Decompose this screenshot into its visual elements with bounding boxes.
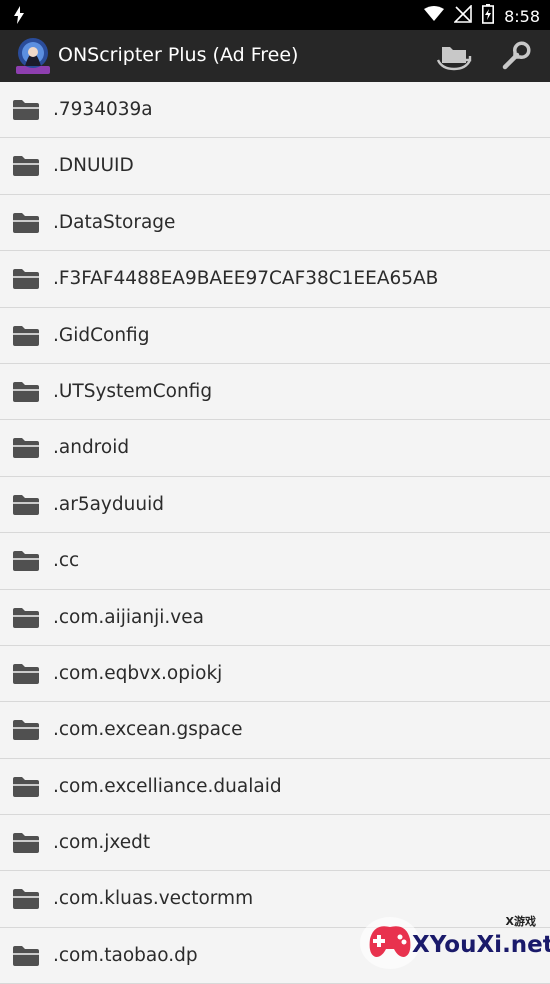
- battery-icon: [482, 4, 495, 28]
- no-signal-icon: [453, 4, 472, 27]
- folder-icon: [12, 663, 40, 689]
- folder-name: .com.eqbvx.opiokj: [53, 662, 223, 684]
- folder-name: .com.excean.gspace: [53, 719, 243, 741]
- app-bar: ONScripter Plus (Ad Free): [0, 30, 550, 82]
- folder-icon: [12, 155, 40, 181]
- list-item[interactable]: .7934039a: [0, 82, 550, 139]
- folder-name: .com.excelliance.dualaid: [53, 775, 282, 797]
- watermark-small-text: X游戏: [505, 915, 536, 928]
- list-item[interactable]: .com.eqbvx.opiokj: [0, 646, 550, 703]
- list-item[interactable]: .com.aijianji.vea: [0, 590, 550, 646]
- list-item[interactable]: .DataStorage: [0, 195, 550, 252]
- list-item[interactable]: .UTSystemConfig: [0, 364, 550, 421]
- folder-name: .cc: [53, 550, 80, 572]
- folder-icon: [12, 550, 40, 576]
- clock: 8:58: [504, 6, 540, 26]
- list-item[interactable]: .com.excelliance.dualaid: [0, 759, 550, 816]
- list-item[interactable]: .cc: [0, 533, 550, 590]
- file-list: .7934039a .DNUUID .DataStorage .F3FAF4488EA…: [0, 82, 550, 984]
- folder-sync-icon: [436, 47, 472, 71]
- app-logo-icon: [14, 36, 52, 76]
- folder-icon: [12, 719, 40, 745]
- folder-name: .GidConfig: [53, 324, 150, 346]
- watermark-text: XYouXi.net: [412, 932, 550, 958]
- folder-name: .com.taobao.dp: [53, 944, 198, 966]
- folder-icon: [12, 437, 40, 463]
- folder-sync-button[interactable]: [434, 38, 474, 74]
- charging-icon: [12, 5, 26, 29]
- folder-icon: [12, 99, 40, 125]
- wifi-icon: [424, 6, 445, 26]
- folder-icon: [12, 888, 40, 914]
- folder-name: .UTSystemConfig: [53, 380, 213, 402]
- folder-name: .com.aijianji.vea: [53, 606, 204, 628]
- folder-name: .7934039a: [53, 99, 153, 120]
- folder-name: .DataStorage: [53, 211, 176, 233]
- folder-icon: [12, 494, 40, 520]
- folder-icon: [12, 212, 40, 238]
- list-item[interactable]: .com.excean.gspace: [0, 702, 550, 759]
- folder-icon: [12, 832, 40, 858]
- list-item[interactable]: .F3FAF4488EA9BAEE97CAF38C1EEA65AB: [0, 251, 550, 308]
- wrench-icon: [502, 41, 531, 70]
- folder-name: .DNUUID: [53, 155, 134, 177]
- folder-icon: [12, 945, 40, 971]
- folder-name: .com.jxedt: [53, 832, 151, 854]
- folder-icon: [12, 381, 40, 407]
- list-item[interactable]: .com.jxedt: [0, 815, 550, 872]
- folder-icon: [12, 325, 40, 351]
- folder-name: .ar5ayduuid: [53, 493, 164, 515]
- folder-name: .android: [53, 437, 130, 459]
- app-title: ONScripter Plus (Ad Free): [58, 44, 299, 66]
- list-item[interactable]: .android: [0, 420, 550, 477]
- folder-name: .com.kluas.vectormm: [53, 888, 254, 910]
- list-item[interactable]: .DNUUID: [0, 138, 550, 195]
- status-bar: 8:58: [0, 0, 550, 30]
- watermark: X游戏 XYouXi.net: [360, 889, 550, 979]
- gamepad-logo-icon: [360, 917, 420, 969]
- list-item[interactable]: .ar5ayduuid: [0, 477, 550, 534]
- settings-button[interactable]: [496, 38, 536, 74]
- folder-icon: [12, 776, 40, 802]
- folder-icon: [12, 268, 40, 294]
- list-item[interactable]: .GidConfig: [0, 308, 550, 364]
- folder-icon: [12, 607, 40, 633]
- folder-name: .F3FAF4488EA9BAEE97CAF38C1EEA65AB: [53, 268, 439, 290]
